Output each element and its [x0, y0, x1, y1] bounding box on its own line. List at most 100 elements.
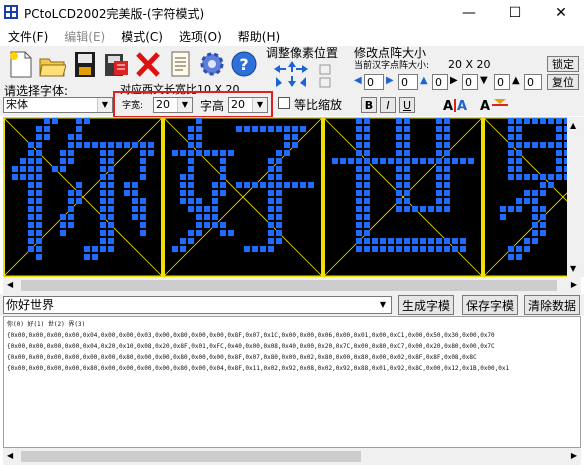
glyph-dot [212, 182, 218, 188]
glyph-dot [220, 230, 226, 236]
minimize-button[interactable]: — [446, 0, 492, 26]
glyph-dot [36, 238, 42, 244]
generate-button[interactable]: 生成字模 [398, 295, 454, 315]
shift-up-icon[interactable] [288, 61, 296, 72]
scroll-down-icon[interactable]: ▼ [570, 264, 576, 273]
glyph-dot [172, 150, 178, 156]
glyph-dot [500, 214, 506, 220]
dot-matrix-preview [3, 117, 581, 277]
svg-text:A: A [480, 99, 490, 114]
height-dec-icon[interactable]: ▲ [420, 75, 428, 86]
font-canvas[interactable] [3, 117, 581, 277]
glyph-dot [36, 254, 42, 260]
glyph-dot [36, 182, 42, 188]
glyph-dot [452, 246, 458, 252]
glyph-panel-0 [3, 117, 164, 277]
glyph-dot [556, 134, 562, 140]
canvas-vertical-scrollbar[interactable]: ▲ ▼ [567, 117, 584, 277]
scroll-left-icon[interactable]: ◀ [7, 451, 13, 460]
height-spin[interactable]: 0 [398, 74, 418, 90]
width-spin[interactable]: 0 [364, 74, 384, 90]
delete-button[interactable] [132, 46, 164, 82]
scroll-up-icon[interactable]: ▲ [570, 121, 576, 130]
glyph-dot [100, 222, 106, 228]
shift-left-icon[interactable] [274, 65, 286, 73]
clear-data-button[interactable]: 清除数据 [524, 295, 580, 315]
glyph-dot [20, 158, 26, 164]
spin-6[interactable]: 0 [524, 74, 542, 90]
arrow-right-icon[interactable]: ▶ [450, 75, 458, 86]
chevron-down-icon[interactable]: ▼ [376, 297, 390, 311]
italic-button[interactable]: I [380, 97, 396, 113]
shift-right-icon[interactable] [296, 65, 308, 73]
width-dec-icon[interactable]: ◀ [354, 75, 362, 86]
font-name-select[interactable]: 宋体 ▼ [3, 97, 113, 113]
output-textarea[interactable]: 你(0) 好(1) 世(2) 界(3) {0x00,0x00,0x00,0x00,… [3, 316, 581, 448]
scroll-thumb[interactable] [21, 451, 361, 462]
new-file-button[interactable] [4, 46, 36, 82]
scroll-thumb[interactable] [21, 280, 557, 291]
scroll-right-icon[interactable]: ▶ [571, 280, 577, 289]
scroll-left-icon[interactable]: ◀ [7, 280, 13, 289]
glyph-dot [292, 126, 298, 132]
glyph-dot [68, 158, 74, 164]
rotate-icon[interactable] [319, 77, 331, 88]
help-button[interactable]: ? [228, 46, 260, 82]
settings-button[interactable] [196, 46, 228, 82]
width-inc-icon[interactable]: ▶ [386, 75, 394, 86]
output-horizontal-scrollbar[interactable]: ◀ ▶ [3, 448, 581, 465]
invert-icon[interactable] [319, 64, 331, 75]
glyph-dot [276, 206, 282, 212]
flip-horizontal-button[interactable]: AA [441, 96, 473, 114]
reset-button[interactable]: 复位 [547, 74, 579, 90]
glyph-dot [108, 238, 114, 244]
glyph-dot [420, 238, 426, 244]
menu-help[interactable]: 帮助(H) [230, 26, 288, 46]
flip-vertical-button[interactable]: A [478, 96, 510, 114]
open-file-button[interactable] [36, 46, 68, 82]
glyph-dot [420, 206, 426, 212]
arrow-up-icon[interactable]: ▲ [512, 75, 520, 86]
glyph-dot [516, 174, 522, 180]
glyph-dot [396, 174, 402, 180]
glyph-dot [404, 246, 410, 252]
menu-mode[interactable]: 模式(C) [113, 26, 171, 46]
canvas-horizontal-scrollbar[interactable]: ◀ ▶ [3, 277, 581, 294]
glyph-dot [556, 126, 562, 132]
bold-button[interactable]: B [361, 97, 377, 113]
glyph-dot [196, 206, 202, 212]
spin-3[interactable]: 0 [432, 74, 448, 90]
underline-button[interactable]: U [399, 97, 415, 113]
notes-button[interactable] [164, 46, 196, 82]
glyph-dot [420, 246, 426, 252]
menu-options[interactable]: 选项(O) [171, 26, 230, 46]
shift-down-icon[interactable] [288, 76, 296, 87]
save-font-button[interactable]: 保存字模 [462, 295, 518, 315]
glyph-dot [220, 182, 226, 188]
lock-button[interactable]: 锁定 [547, 56, 579, 72]
save-as-button[interactable] [100, 46, 132, 82]
glyph-dot [524, 142, 530, 148]
text-input[interactable]: 你好世界 [3, 296, 392, 314]
glyph-dot [372, 246, 378, 252]
scroll-right-icon[interactable]: ▶ [571, 451, 577, 460]
glyph-dot [220, 158, 226, 164]
glyph-dot [132, 206, 138, 212]
maximize-button[interactable]: ☐ [492, 0, 538, 26]
glyph-dot [196, 198, 202, 204]
close-button[interactable]: ✕ [538, 0, 584, 26]
glyph-panel-2 [322, 117, 484, 277]
spin-4[interactable]: 0 [462, 74, 478, 90]
glyph-dot [28, 206, 34, 212]
arrow-down-icon[interactable]: ▼ [480, 75, 488, 86]
glyph-dot [100, 246, 106, 252]
glyph-dot [188, 158, 194, 164]
glyph-dot [404, 182, 410, 188]
glyph-dot [28, 166, 34, 172]
spin-5[interactable]: 0 [494, 74, 510, 90]
save-button[interactable] [68, 46, 100, 82]
glyph-dot [124, 182, 130, 188]
menu-file[interactable]: 文件(F) [0, 26, 56, 46]
menu-edit[interactable]: 编辑(E) [56, 26, 113, 46]
proportional-checkbox[interactable] [278, 97, 290, 109]
